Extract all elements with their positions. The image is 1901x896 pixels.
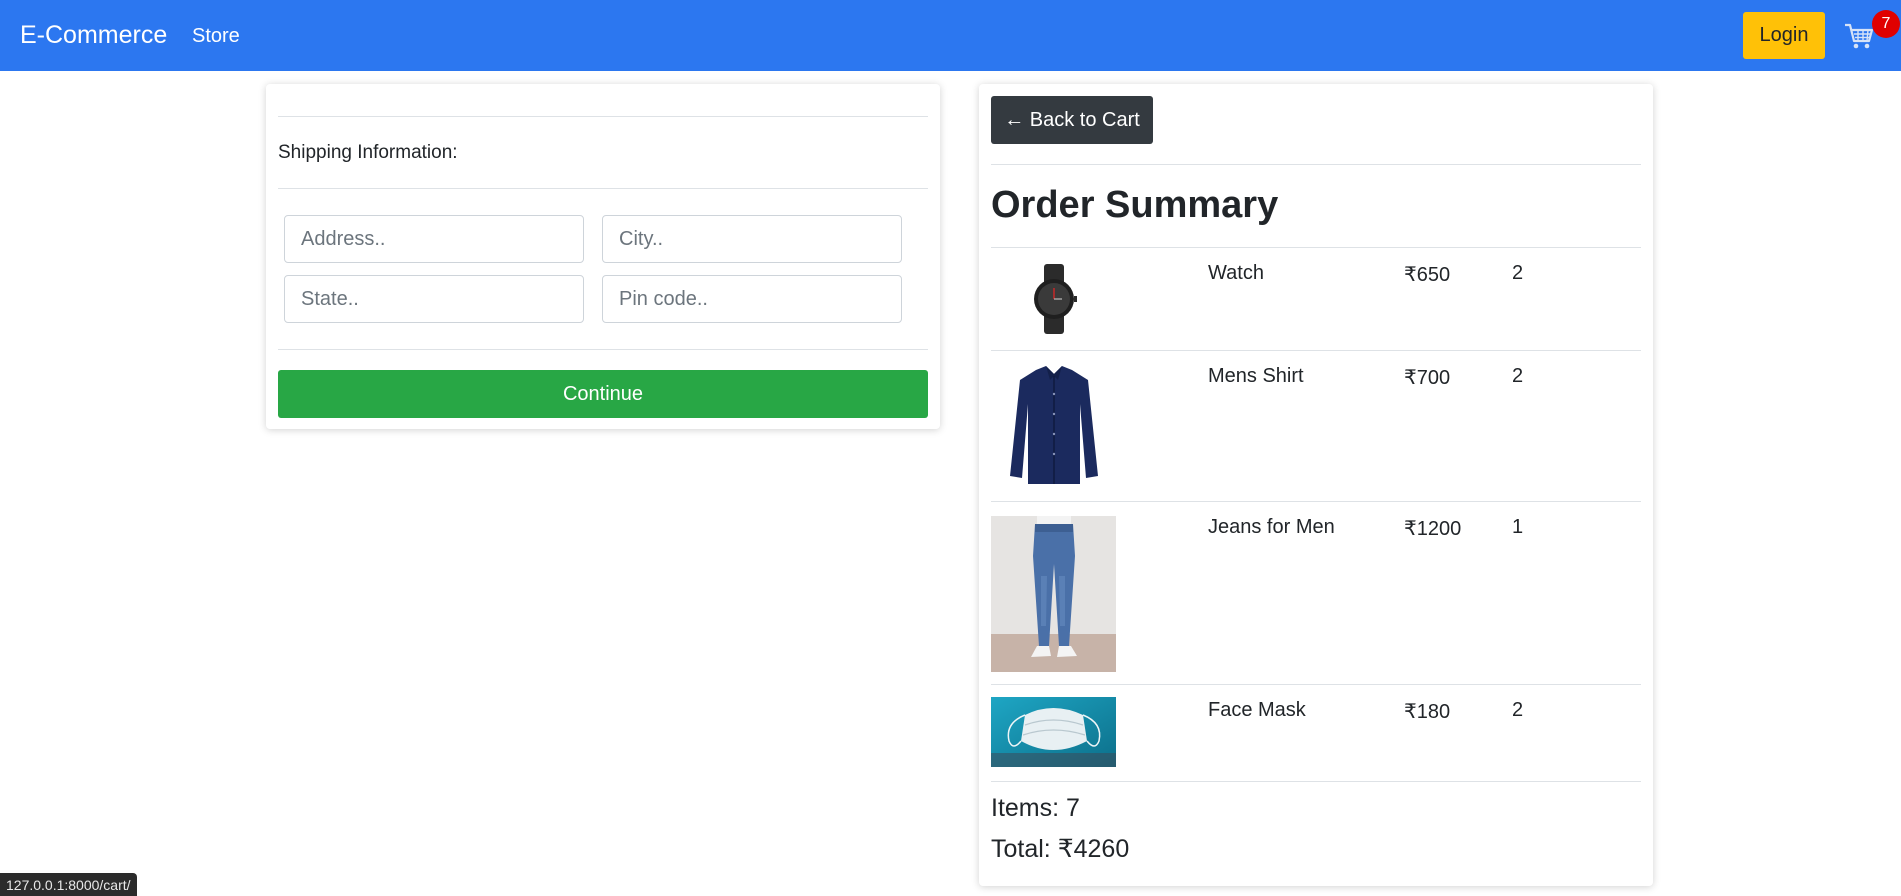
divider bbox=[278, 349, 928, 350]
divider bbox=[991, 164, 1641, 165]
item-price: ₹650 bbox=[1404, 264, 1451, 286]
item-price: ₹1200 bbox=[1404, 518, 1462, 540]
order-item-row: Watch ₹650 2 bbox=[991, 248, 1641, 350]
jeans-image bbox=[991, 502, 1116, 684]
city-field-wrap bbox=[602, 215, 902, 263]
face-mask-image bbox=[991, 685, 1116, 781]
item-name: Watch bbox=[1208, 262, 1264, 284]
order-item-row: Jeans for Men ₹1200 1 bbox=[991, 502, 1641, 684]
shipping-form-card: Shipping Information: Continue bbox=[266, 84, 940, 429]
order-item-row: Face Mask ₹180 2 bbox=[991, 685, 1641, 781]
pincode-field-wrap bbox=[602, 275, 902, 323]
item-quantity: 2 bbox=[1512, 262, 1524, 284]
item-name: Mens Shirt bbox=[1208, 365, 1304, 387]
item-quantity: 1 bbox=[1512, 516, 1524, 538]
items-count: Items: 7 bbox=[991, 794, 1080, 822]
browser-status-bar: 127.0.0.1:8000/cart/ bbox=[0, 873, 137, 896]
shirt-image bbox=[991, 351, 1116, 501]
address-field-wrap bbox=[284, 215, 584, 263]
cart-count-badge: 7 bbox=[1872, 10, 1900, 38]
login-button[interactable]: Login bbox=[1743, 12, 1825, 59]
navbar: E-Commerce Store Login 7 bbox=[0, 0, 1901, 71]
item-price: ₹700 bbox=[1404, 367, 1451, 389]
nav-link-store[interactable]: Store bbox=[192, 25, 240, 48]
item-quantity: 2 bbox=[1512, 365, 1524, 387]
pincode-input[interactable] bbox=[603, 276, 901, 322]
divider bbox=[991, 781, 1641, 782]
item-price: ₹180 bbox=[1404, 701, 1451, 723]
divider bbox=[278, 116, 928, 117]
shipping-info-label: Shipping Information: bbox=[278, 142, 458, 163]
watch-image bbox=[991, 248, 1116, 350]
order-summary-title: Order Summary bbox=[991, 184, 1279, 226]
back-to-cart-button[interactable]: ← Back to Cart bbox=[991, 96, 1153, 144]
item-quantity: 2 bbox=[1512, 699, 1524, 721]
address-input[interactable] bbox=[285, 216, 583, 262]
order-summary-card: ← Back to Cart Order Summary Watch ₹650 … bbox=[979, 84, 1653, 886]
state-input[interactable] bbox=[285, 276, 583, 322]
state-field-wrap bbox=[284, 275, 584, 323]
continue-button[interactable]: Continue bbox=[278, 370, 928, 418]
order-total: Total: ₹4260 bbox=[991, 835, 1130, 863]
brand-link[interactable]: E-Commerce bbox=[20, 21, 167, 50]
cart-icon[interactable] bbox=[1843, 20, 1875, 52]
order-item-row: Mens Shirt ₹700 2 bbox=[991, 351, 1641, 501]
divider bbox=[278, 188, 928, 189]
city-input[interactable] bbox=[603, 216, 901, 262]
item-name: Face Mask bbox=[1208, 699, 1306, 721]
item-name: Jeans for Men bbox=[1208, 516, 1335, 538]
